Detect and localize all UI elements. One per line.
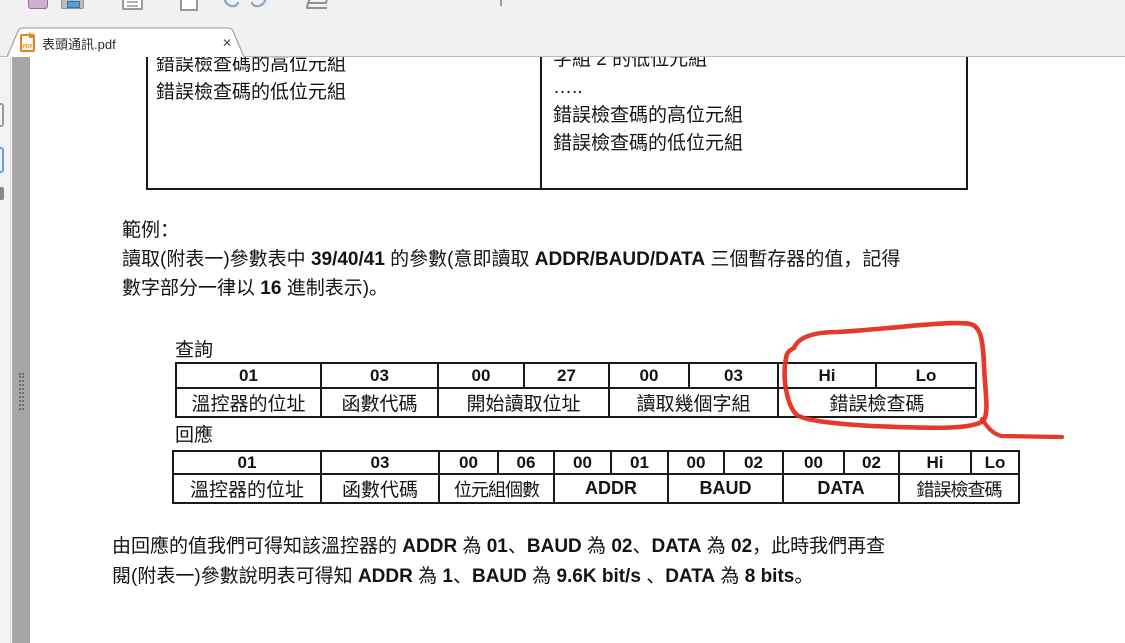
table-cell: 00	[438, 363, 524, 388]
table-cell: Lo	[971, 451, 1019, 474]
table-cell: 01	[173, 451, 321, 474]
table-cell: 00	[609, 363, 689, 388]
table-cell: 00	[668, 451, 724, 474]
table-cell: Lo	[876, 363, 976, 388]
pdf-viewer-window: PDF 表頭通訊.pdf ✕ 錯誤檢查碼的高位元組 錯誤檢查碼的低位元組 字組 …	[0, 0, 1125, 643]
table-cell: 02	[724, 451, 783, 474]
table-cell: 函數代碼	[321, 388, 438, 417]
table-cell: 01	[176, 363, 321, 388]
response-label: 回應	[175, 420, 213, 447]
table-cell: BAUD	[668, 474, 783, 503]
table-cell: 函數代碼	[321, 474, 439, 503]
panel-bookmark-icon[interactable]	[0, 103, 4, 127]
pdf-page: 錯誤檢查碼的高位元組 錯誤檢查碼的低位元組 字組 2 的低位元組 ….. 錯誤檢…	[30, 57, 1125, 643]
table-cell: 00	[439, 451, 498, 474]
blank-page-icon[interactable]	[180, 0, 198, 11]
table-cell: 錯誤檢查碼	[899, 474, 1019, 503]
table-cell: ADDR	[554, 474, 668, 503]
toolbar	[0, 0, 1125, 25]
navigation-panel-strip	[0, 57, 11, 643]
table-cell: 讀取幾個字組	[609, 388, 778, 417]
conclusion-line: 閱(附表一)參數說明表可得知 ADDR 為 1、BAUD 為 9.6K bit/…	[112, 562, 885, 592]
table-cell: 錯誤檢查碼	[778, 388, 976, 417]
table-cell: Hi	[899, 451, 971, 474]
query-label: 查詢	[175, 335, 213, 362]
query-table: 01 03 00 27 00 03 Hi Lo 溫控器的位址 函數代碼 開始讀取…	[175, 362, 977, 418]
table-row: 溫控器的位址 函數代碼 開始讀取位址 讀取幾個字組 錯誤檢查碼	[176, 388, 976, 417]
foxit-pdf-icon: PDF	[20, 34, 35, 52]
conclusion-line: 由回應的值我們可得知該溫控器的 ADDR 為 01、BAUD 為 02、DATA…	[112, 532, 885, 562]
table-cell: 06	[498, 451, 554, 474]
table-cell: 開始讀取位址	[438, 388, 609, 417]
panel-resize-grip[interactable]	[19, 373, 24, 410]
table-cell: 02	[844, 451, 899, 474]
table-cell: 27	[524, 363, 609, 388]
table-cell-line: 錯誤檢查碼的低位元組	[156, 79, 346, 107]
table-cell: 位元組個數	[439, 474, 554, 503]
stamp-icon[interactable]	[306, 0, 332, 10]
tab-close-button[interactable]: ✕	[216, 36, 238, 50]
example-heading: 範例：	[122, 216, 900, 245]
tab-bar: PDF 表頭通訊.pdf ✕	[0, 25, 1125, 57]
table-column-divider	[540, 49, 542, 188]
print-icon[interactable]	[61, 0, 84, 9]
table-cell: 03	[689, 363, 778, 388]
table-cell: 溫控器的位址	[173, 474, 321, 503]
page-gutter	[12, 57, 30, 643]
table-row: 01 03 00 06 00 01 00 02 00 02 Hi Lo	[173, 451, 1019, 474]
table-cell: 01	[611, 451, 668, 474]
continuation-table: 錯誤檢查碼的高位元組 錯誤檢查碼的低位元組 字組 2 的低位元組 ….. 錯誤檢…	[146, 49, 968, 190]
tab-title: 表頭通訊.pdf	[42, 34, 216, 53]
table-cell: 03	[321, 363, 438, 388]
table-cell-line: …..	[553, 74, 743, 102]
save-icon[interactable]	[28, 0, 48, 9]
panel-pages-icon[interactable]	[0, 147, 4, 173]
document-tab[interactable]: PDF 表頭通訊.pdf ✕	[6, 27, 246, 57]
table-cell: DATA	[783, 474, 899, 503]
conclusion-paragraph: 由回應的值我們可得知該溫控器的 ADDR 為 01、BAUD 為 02、DATA…	[112, 532, 885, 591]
redo-icon[interactable]	[249, 0, 269, 10]
document-properties-icon[interactable]	[122, 0, 143, 10]
table-cell-line: 錯誤檢查碼的高位元組	[553, 102, 743, 130]
table-row: 溫控器的位址 函數代碼 位元組個數 ADDR BAUD DATA 錯誤檢查碼	[173, 474, 1019, 503]
response-table: 01 03 00 06 00 01 00 02 00 02 Hi Lo 溫控器的…	[172, 450, 1020, 504]
table-cell: 00	[783, 451, 844, 474]
panel-attachment-icon[interactable]	[0, 187, 4, 200]
example-line: 數字部分一律以 16 進制表示)。	[122, 274, 900, 303]
table-cell: 溫控器的位址	[176, 388, 321, 417]
undo-icon[interactable]	[221, 0, 241, 10]
table-cell: 03	[321, 451, 439, 474]
table-cell: 00	[554, 451, 611, 474]
table-cell: Hi	[778, 363, 876, 388]
toolbar-separator	[500, 0, 502, 6]
table-cell-line: 錯誤檢查碼的低位元組	[553, 130, 743, 158]
example-line: 讀取(附表一)參數表中 39/40/41 的參數(意即讀取 ADDR/BAUD/…	[122, 245, 900, 274]
table-row: 01 03 00 27 00 03 Hi Lo	[176, 363, 976, 388]
example-paragraph: 範例： 讀取(附表一)參數表中 39/40/41 的參數(意即讀取 ADDR/B…	[122, 216, 900, 303]
